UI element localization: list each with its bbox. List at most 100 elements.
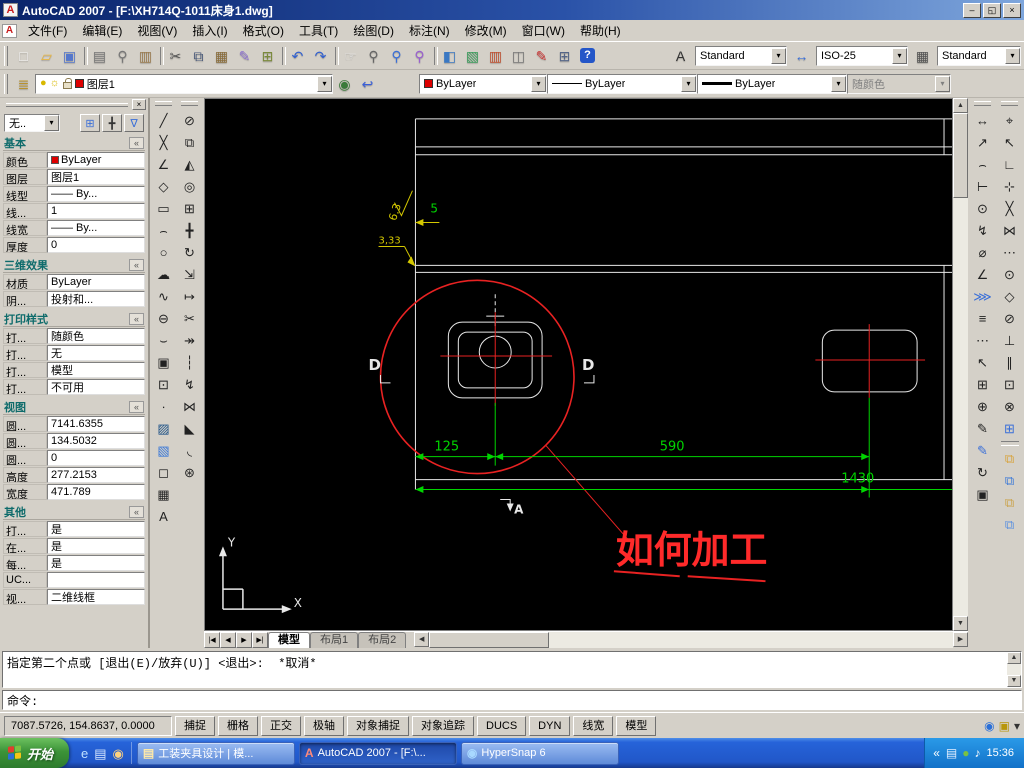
start-button[interactable]: 开始 <box>0 738 70 768</box>
property-row[interactable]: 圆... 134.5032 <box>3 433 145 449</box>
snap-extension-button[interactable]: ⋯ <box>998 241 1021 263</box>
menu-item[interactable]: 窗口(W) <box>515 19 572 42</box>
property-row[interactable]: 阴... 投射和... <box>3 291 145 307</box>
status-toggle-button[interactable]: 栅格 <box>218 715 258 736</box>
horizontal-scrollbar[interactable]: ◀ ▶ <box>414 632 968 648</box>
snap-node-button[interactable]: ⊡ <box>998 373 1021 395</box>
explode-button[interactable]: ⊛ <box>178 461 201 483</box>
extend-button[interactable]: ↠ <box>178 329 201 351</box>
property-row[interactable]: 线... 1 <box>3 203 145 219</box>
chamfer-button[interactable]: ◣ <box>178 417 201 439</box>
aligned-dimension-button[interactable]: ↗ <box>971 131 994 153</box>
scrollbar-thumb[interactable] <box>429 632 550 648</box>
status-toggle-button[interactable]: 对象捕捉 <box>347 715 409 736</box>
gradient-button[interactable]: ▧ <box>152 439 175 461</box>
rectangle-button[interactable]: ▭ <box>152 197 175 219</box>
snap-intersection-button[interactable]: ╳ <box>998 197 1021 219</box>
status-toggle-button[interactable]: 正交 <box>261 715 301 736</box>
toolbar-grip[interactable] <box>4 73 8 94</box>
toolbar-grip[interactable] <box>181 101 198 106</box>
ordinate-dimension-button[interactable]: ⊢ <box>971 175 994 197</box>
property-row[interactable]: 在... 是 <box>3 538 145 554</box>
polygon-button[interactable]: ◇ <box>152 175 175 197</box>
menu-item[interactable]: 视图(V) <box>130 19 184 42</box>
snap-parallel-button[interactable]: ∥ <box>998 351 1021 373</box>
tray-chevron-icon[interactable]: « <box>933 746 940 760</box>
match-properties-button[interactable]: ✎ <box>233 45 256 67</box>
status-toggle-button[interactable]: DUCS <box>477 715 527 736</box>
continue-dimension-button[interactable]: ⋯ <box>971 329 994 351</box>
layer-properties-manager-button[interactable]: ≣ <box>12 73 35 95</box>
redo-button[interactable]: ↷ <box>309 45 332 67</box>
dimension-text-edit-button[interactable]: ✎ <box>971 439 994 461</box>
status-toggle-button[interactable]: 线宽 <box>573 715 614 736</box>
property-row[interactable]: 打... 不可用 <box>3 379 145 395</box>
insert-block-button[interactable]: ▣ <box>152 351 175 373</box>
command-scrollbar[interactable]: ▲ ▼ <box>1007 652 1021 687</box>
shield-tray-icon[interactable]: ● <box>962 747 969 759</box>
layout-tab[interactable]: 布局2 <box>358 632 407 648</box>
dropdown-arrow-icon[interactable]: ▾ <box>44 115 59 131</box>
snap-center-button[interactable]: ⊙ <box>998 263 1021 285</box>
arc-length-dimension-button[interactable]: ⌢ <box>971 153 994 175</box>
status-toggle-button[interactable]: 对象追踪 <box>412 715 474 736</box>
menu-item[interactable]: 格式(O) <box>236 19 291 42</box>
selection-combo[interactable]: 无.. ▾ <box>4 114 60 132</box>
linetype-combo[interactable]: ByLayer ▾ <box>547 73 697 94</box>
snap-perpendicular-button[interactable]: ⊥ <box>998 329 1021 351</box>
property-row[interactable]: 打... 随颜色 <box>3 328 145 344</box>
offset-button[interactable]: ◎ <box>178 175 201 197</box>
property-row[interactable]: 打... 无 <box>3 345 145 361</box>
layer-combo[interactable]: ● ☼ 图层1 ▾ <box>35 73 333 94</box>
dimension-style-button[interactable]: ▣ <box>971 483 994 505</box>
scrollbar-thumb[interactable] <box>953 113 968 198</box>
plot-button[interactable]: ▤ <box>88 45 111 67</box>
snap-endpoint-button[interactable]: ∟ <box>998 153 1021 175</box>
markup-set-manager-button[interactable]: ✎ <box>530 45 553 67</box>
menu-item[interactable]: 绘图(D) <box>346 19 401 42</box>
layout-tab[interactable]: 布局1 <box>310 632 359 648</box>
scroll-right-icon[interactable]: ▶ <box>953 632 968 647</box>
temporary-track-point-button[interactable]: ⌖ <box>998 109 1021 131</box>
property-row[interactable]: 高度 277.2153 <box>3 467 145 483</box>
help-button[interactable]: ? <box>576 45 599 67</box>
tab-nav-button[interactable]: ▶| <box>252 632 268 648</box>
menu-item[interactable]: 工具(T) <box>292 19 345 42</box>
dropdown-arrow-icon[interactable]: ▾ <box>771 47 786 64</box>
menu-item[interactable]: 标注(N) <box>402 19 457 42</box>
tab-nav-button[interactable]: |◀ <box>204 632 220 648</box>
menu-item[interactable]: 帮助(H) <box>573 19 628 42</box>
layer-previous-button[interactable]: ↩ <box>356 73 379 95</box>
dropdown-arrow-icon[interactable]: ▾ <box>831 75 846 92</box>
ellipse-button[interactable]: ⊖ <box>152 307 175 329</box>
trim-button[interactable]: ✂ <box>178 307 201 329</box>
property-row[interactable]: 线宽 —— By... <box>3 220 145 236</box>
save-button[interactable]: ▣ <box>58 45 81 67</box>
collapse-icon[interactable]: « <box>129 401 144 413</box>
join-button[interactable]: ⋈ <box>178 395 201 417</box>
fillet-button[interactable]: ◟ <box>178 439 201 461</box>
menu-item[interactable]: 修改(M) <box>458 19 514 42</box>
cut-button[interactable]: ✂ <box>164 45 187 67</box>
menu-item[interactable]: 插入(I) <box>185 19 234 42</box>
quick-dimension-button[interactable]: ⋙ <box>971 285 994 307</box>
scroll-down-icon[interactable]: ▼ <box>953 616 968 631</box>
printer-tray-icon[interactable]: ▤ <box>946 747 957 759</box>
palette-close-icon[interactable]: × <box>132 99 146 110</box>
coordinate-readout[interactable]: 7087.5726, 154.8637, 0.0000 <box>4 715 172 736</box>
construction-line-button[interactable]: ╳ <box>152 131 175 153</box>
polyline-button[interactable]: ∠ <box>152 153 175 175</box>
collapse-icon[interactable]: « <box>129 506 144 518</box>
model-canvas[interactable]: 如何加工 125 590 1430 5 6.3 3,33 D D A Y X <box>204 98 953 631</box>
dim-style-combo[interactable]: ISO-25 ▾ <box>816 45 908 66</box>
command-history-box[interactable]: 指定第二个点或 [退出(E)/放弃(U)] <退出>: *取消* ▲ ▼ <box>2 651 1022 688</box>
tool-palettes-button[interactable]: ▥ <box>484 45 507 67</box>
dropdown-arrow-icon[interactable]: ▾ <box>681 75 696 92</box>
table-style-icon[interactable]: ▦ <box>911 45 934 67</box>
copy-object-button[interactable]: ⧉ <box>178 131 201 153</box>
dim-style-icon[interactable]: ↔ <box>790 45 813 67</box>
tab-nav-button[interactable]: ◀ <box>220 632 236 648</box>
snap-tangent-button[interactable]: ⊘ <box>998 307 1021 329</box>
snap-midpoint-button[interactable]: ⊹ <box>998 175 1021 197</box>
spline-button[interactable]: ∿ <box>152 285 175 307</box>
